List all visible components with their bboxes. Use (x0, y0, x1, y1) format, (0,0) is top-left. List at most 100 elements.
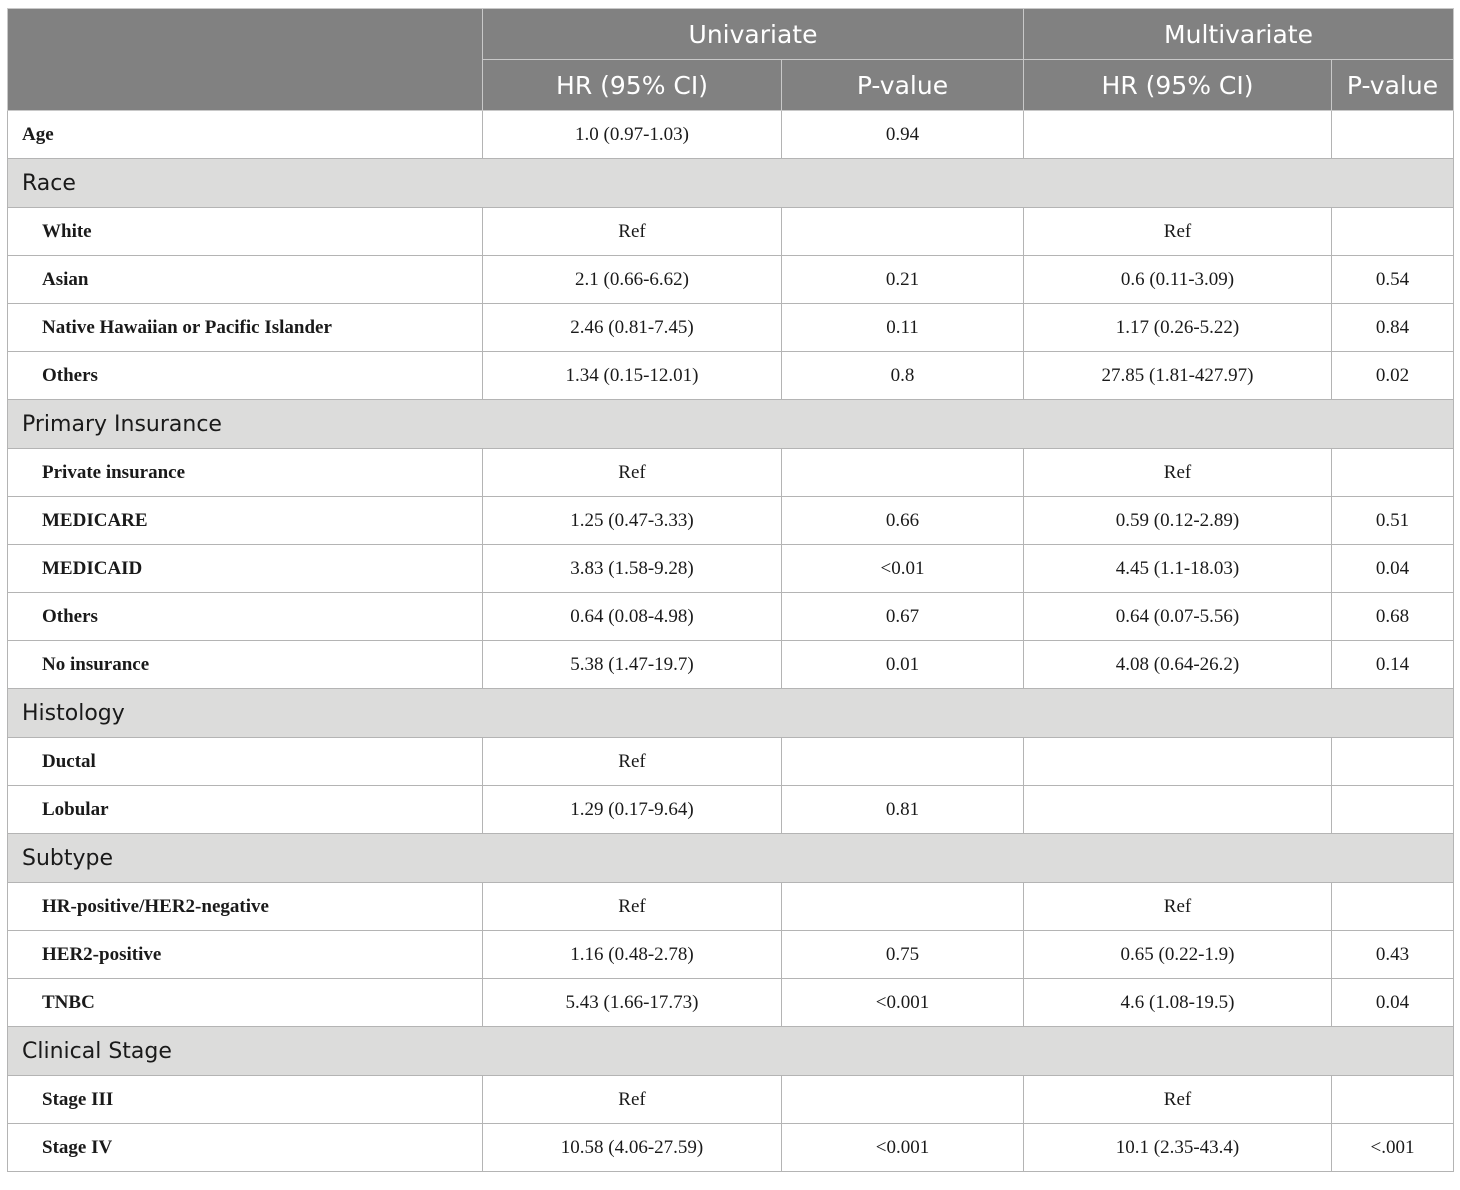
table-header: Univariate Multivariate HR (95% CI) P-va… (7, 8, 1455, 111)
univariate-p-cell (781, 737, 1024, 786)
multivariate-p-cell (1330, 1075, 1455, 1124)
univariate-hr-cell: 1.29 (0.17-9.64) (482, 785, 782, 834)
univariate-p-cell: 0.01 (781, 640, 1024, 689)
univariate-hr-cell: Ref (482, 882, 782, 931)
row-label: MEDICAID (7, 544, 483, 593)
multivariate-p-cell: 0.68 (1330, 592, 1455, 641)
row-label: White (7, 207, 483, 256)
univariate-hr-cell: Ref (482, 207, 782, 256)
univariate-p-cell: <0.01 (781, 544, 1024, 593)
univariate-hr-cell: 10.58 (4.06-27.59) (482, 1123, 782, 1172)
row-label: Stage IV (7, 1123, 483, 1172)
multivariate-p-cell: <.001 (1330, 1123, 1455, 1172)
multivariate-hr-cell (1023, 737, 1332, 786)
univariate-hr-cell: 2.46 (0.81-7.45) (482, 303, 782, 352)
univariate-hr-cell: 5.38 (1.47-19.7) (482, 640, 782, 689)
row-label: MEDICARE (7, 496, 483, 545)
multivariate-p-cell: 0.04 (1330, 978, 1455, 1027)
section-row: Subtype (6, 833, 1455, 883)
regression-table: Univariate Multivariate HR (95% CI) P-va… (6, 8, 1455, 1172)
row-label: Others (7, 351, 483, 400)
table-row: Ductal Ref (7, 737, 1455, 786)
multivariate-hr-cell (1023, 110, 1332, 159)
univariate-p-cell (781, 882, 1024, 931)
multivariate-p-cell: 0.04 (1330, 544, 1455, 593)
multivariate-hr-cell: 10.1 (2.35-43.4) (1023, 1123, 1332, 1172)
univariate-p-cell: 0.94 (781, 110, 1024, 159)
univariate-p-cell: 0.21 (781, 255, 1024, 304)
univariate-p-cell: 0.66 (781, 496, 1024, 545)
section-label: Race (6, 158, 1455, 208)
header-multivariate: Multivariate (1022, 8, 1455, 60)
univariate-p-cell (781, 1075, 1024, 1124)
row-label: Others (7, 592, 483, 641)
univariate-p-cell (781, 207, 1024, 256)
section-label: Primary Insurance (6, 399, 1455, 449)
univariate-hr-cell: Ref (482, 1075, 782, 1124)
table-row: HR-positive/HER2-negative Ref Ref (7, 882, 1455, 931)
header-uni-p: P-value (781, 59, 1024, 111)
multivariate-hr-cell: 4.08 (0.64-26.2) (1023, 640, 1332, 689)
multivariate-hr-cell: 1.17 (0.26-5.22) (1023, 303, 1332, 352)
univariate-hr-cell: 5.43 (1.66-17.73) (482, 978, 782, 1027)
multivariate-p-cell: 0.54 (1330, 255, 1455, 304)
header-uni-hr: HR (95% CI) (482, 59, 782, 111)
row-label: Ductal (7, 737, 483, 786)
table-row: Stage IV 10.58 (4.06-27.59) <0.001 10.1 (2.… (7, 1123, 1455, 1172)
section-row: Clinical Stage (6, 1026, 1455, 1076)
table-row: Native Hawaiian or Pacific Islander 2.46 … (7, 303, 1455, 352)
section-row: Race (6, 158, 1455, 208)
table-row: MEDICAID 3.83 (1.58-9.28) <0.01 4.45 (1.1-1… (7, 544, 1455, 593)
row-label: TNBC (7, 978, 483, 1027)
univariate-p-cell: 0.75 (781, 930, 1024, 979)
multivariate-p-cell (1330, 737, 1455, 786)
section-label: Histology (6, 688, 1455, 738)
univariate-hr-cell: 2.1 (0.66-6.62) (482, 255, 782, 304)
multivariate-p-cell: 0.51 (1330, 496, 1455, 545)
row-label: Private insurance (7, 448, 483, 497)
univariate-hr-cell: 3.83 (1.58-9.28) (482, 544, 782, 593)
header-univariate: Univariate (482, 8, 1024, 60)
univariate-p-cell: 0.11 (781, 303, 1024, 352)
table-row: Stage III Ref Ref (7, 1075, 1455, 1124)
univariate-p-cell: 0.81 (781, 785, 1024, 834)
multivariate-p-cell: 0.84 (1330, 303, 1455, 352)
row-label: Lobular (7, 785, 483, 834)
header-multi-p: P-value (1330, 59, 1455, 111)
row-label: Asian (7, 255, 483, 304)
multivariate-hr-cell: Ref (1023, 1075, 1332, 1124)
table-row: TNBC 5.43 (1.66-17.73) <0.001 4.6 (1.08-19.… (7, 978, 1455, 1027)
univariate-hr-cell: 0.64 (0.08-4.98) (482, 592, 782, 641)
multivariate-p-cell (1330, 448, 1455, 497)
univariate-p-cell: 0.67 (781, 592, 1024, 641)
table-row: MEDICARE 1.25 (0.47-3.33) 0.66 0.59 (0.12-2… (7, 496, 1455, 545)
multivariate-hr-cell: 4.6 (1.08-19.5) (1023, 978, 1332, 1027)
header-blank-cell (7, 8, 483, 111)
row-label: Stage III (7, 1075, 483, 1124)
row-label: Age (7, 110, 483, 159)
multivariate-p-cell (1330, 110, 1455, 159)
table-row: HER2-positive 1.16 (0.48-2.78) 0.75 0.65 (0… (7, 930, 1455, 979)
univariate-p-cell (781, 448, 1024, 497)
table-row: White Ref Ref (7, 207, 1455, 256)
row-label: No insurance (7, 640, 483, 689)
multivariate-hr-cell: 0.65 (0.22-1.9) (1023, 930, 1332, 979)
multivariate-hr-cell (1023, 785, 1332, 834)
row-label: HER2-positive (7, 930, 483, 979)
multivariate-hr-cell: 0.6 (0.11-3.09) (1023, 255, 1332, 304)
table-row: No insurance 5.38 (1.47-19.7) 0.01 4.08 (0.… (7, 640, 1455, 689)
row-label: HR-positive/HER2-negative (7, 882, 483, 931)
table-row: Private insurance Ref Ref (7, 448, 1455, 497)
table-row: Age 1.0 (0.97-1.03) 0.94 (7, 110, 1455, 159)
univariate-p-cell: 0.8 (781, 351, 1024, 400)
multivariate-p-cell: 0.02 (1330, 351, 1455, 400)
multivariate-p-cell (1330, 882, 1455, 931)
univariate-p-cell: <0.001 (781, 1123, 1024, 1172)
table-body: Age 1.0 (0.97-1.03) 0.94 Race White Ref Ref Asi… (6, 110, 1455, 1172)
multivariate-hr-cell: Ref (1023, 882, 1332, 931)
table-row: Lobular 1.29 (0.17-9.64) 0.81 (7, 785, 1455, 834)
multivariate-hr-cell: 0.59 (0.12-2.89) (1023, 496, 1332, 545)
section-label: Subtype (6, 833, 1455, 883)
multivariate-p-cell: 0.43 (1330, 930, 1455, 979)
univariate-hr-cell: Ref (482, 737, 782, 786)
